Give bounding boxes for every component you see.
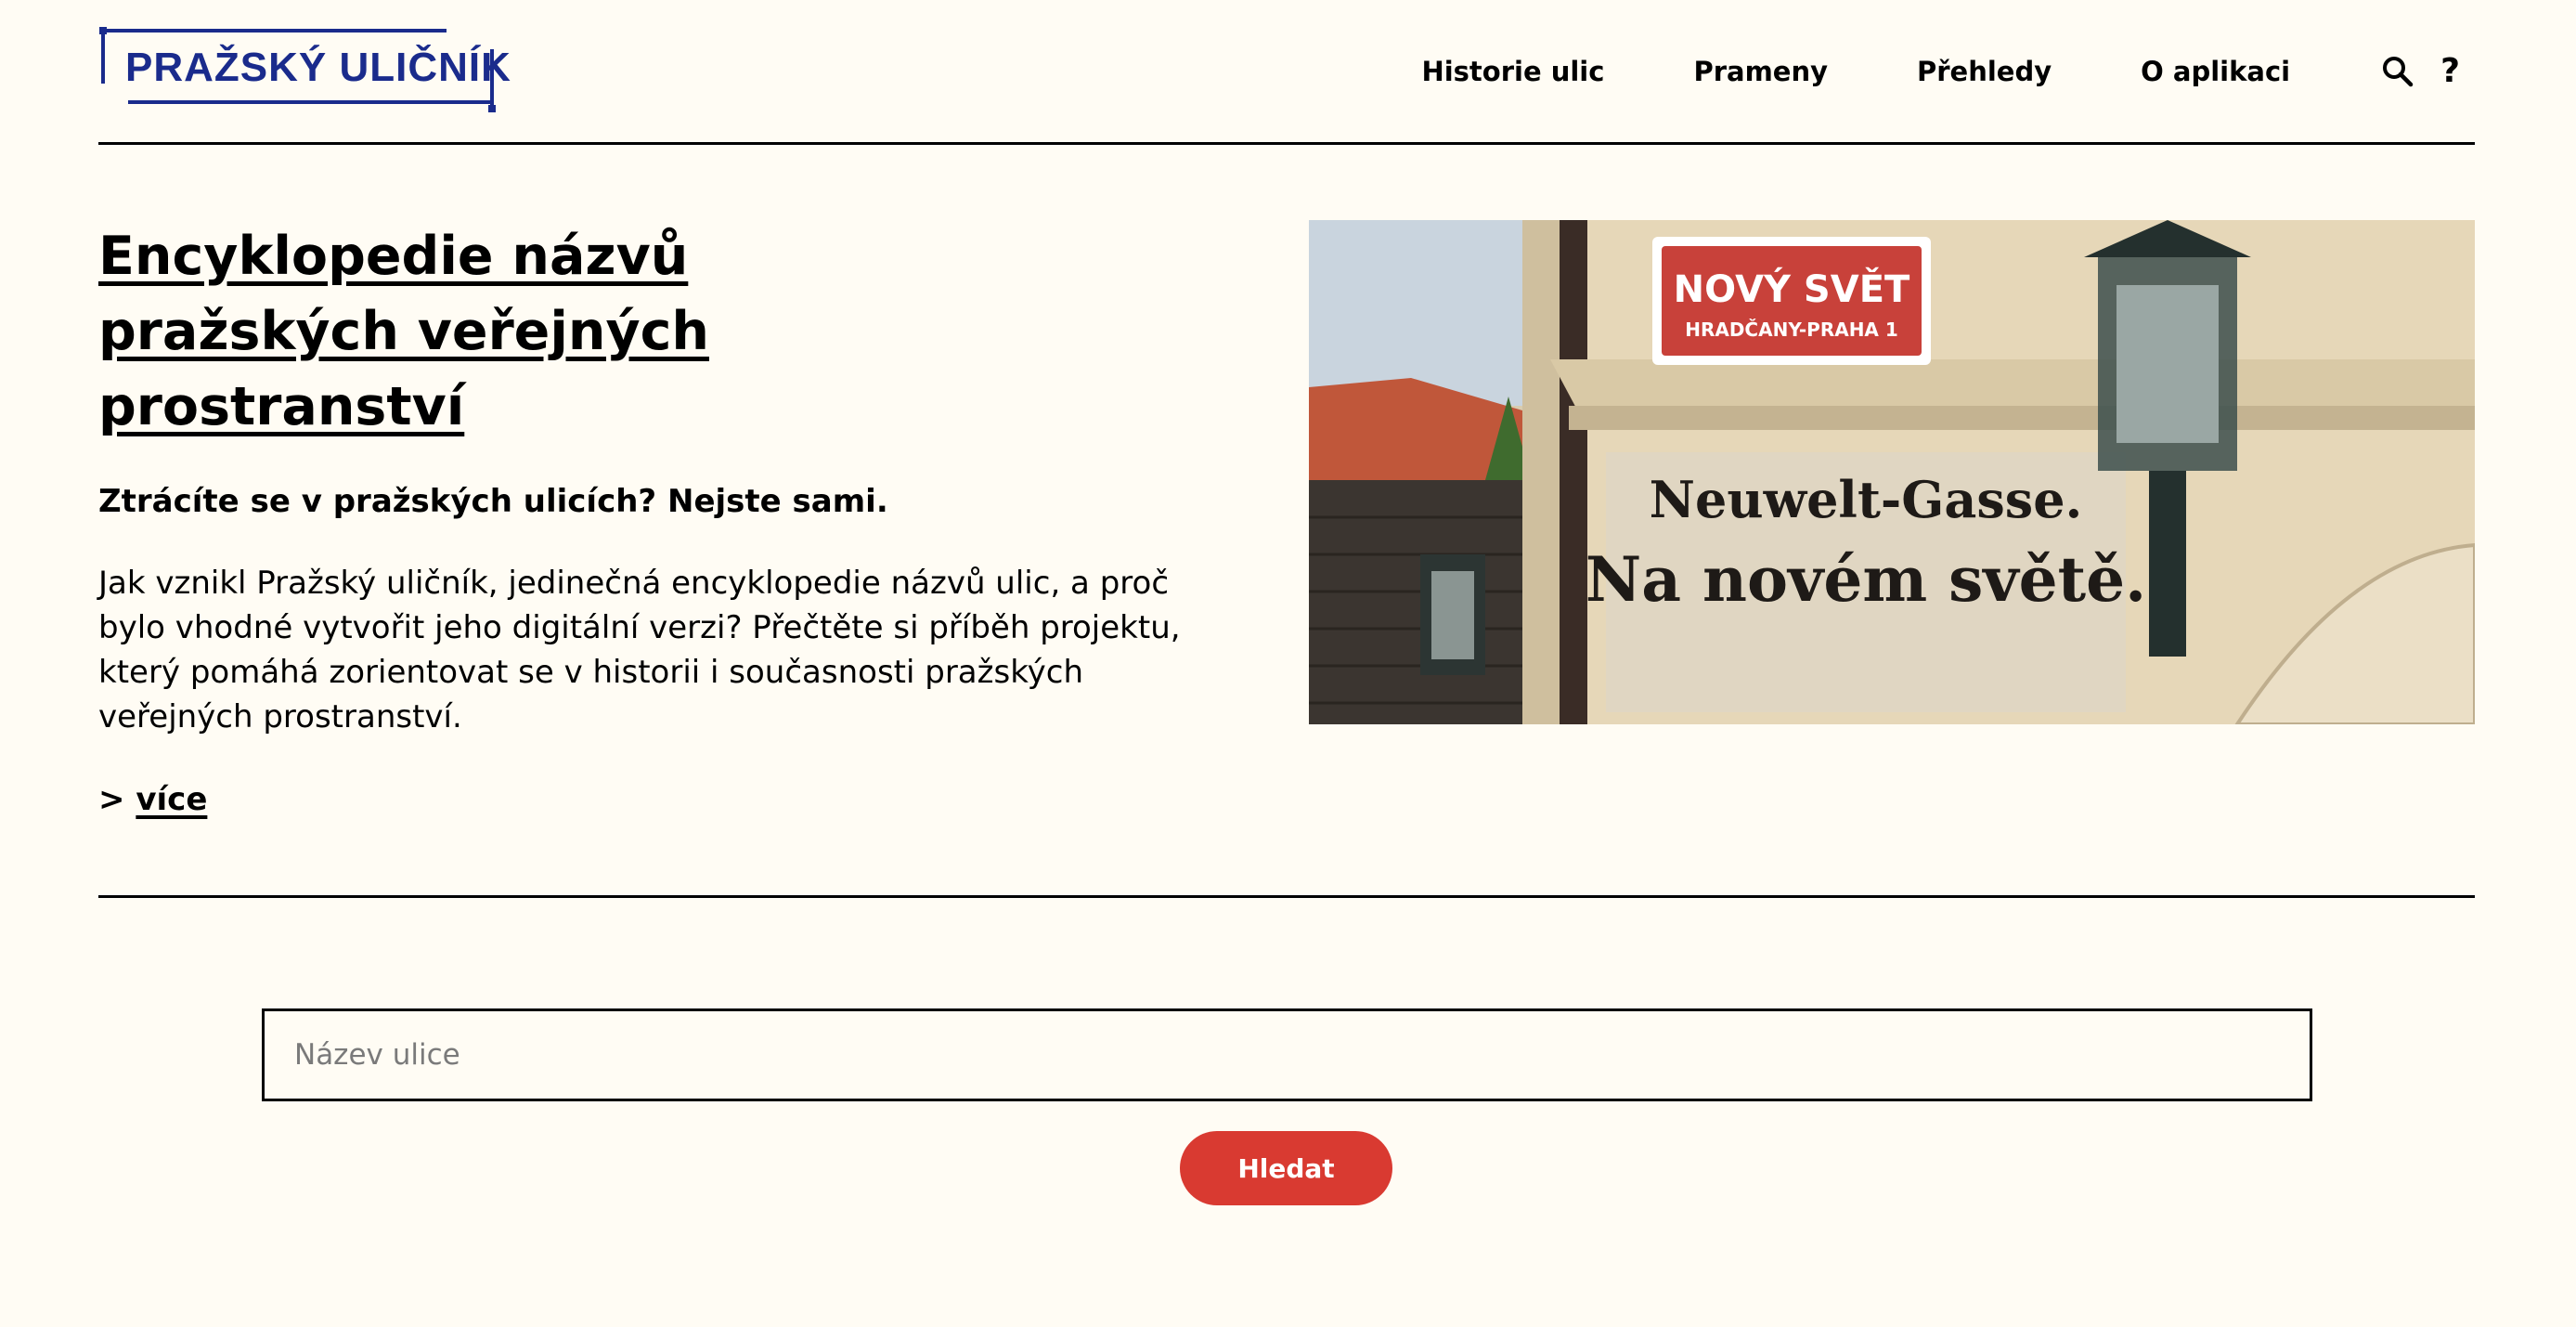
section-divider	[98, 895, 2475, 898]
more-arrow: >	[98, 781, 125, 818]
more-link-row: > více	[98, 777, 207, 822]
nav-historie-ulic[interactable]: Historie ulic	[1421, 56, 1604, 87]
nav-prameny[interactable]: Prameny	[1693, 56, 1828, 87]
nav-o-aplikaci[interactable]: O aplikaci	[2141, 56, 2290, 87]
page-title[interactable]: Encyklopedie názvů pražských veřejných p…	[98, 219, 748, 445]
hero-lead: Ztrácíte se v pražských ulicích? Nejste …	[98, 483, 888, 520]
sign-old-line2: Na novém světě.	[1586, 543, 2146, 616]
nav-prehledy[interactable]: Přehledy	[1917, 56, 2052, 87]
page: PRAŽSKÝ ULIČNÍK Historie ulic Prameny Př…	[0, 0, 2576, 1327]
sign-old-line1: Neuwelt-Gasse.	[1650, 470, 2083, 529]
search-icon[interactable]	[2381, 55, 2414, 88]
logo[interactable]: PRAŽSKÝ ULIČNÍK	[98, 26, 511, 114]
search-button[interactable]: Hledat	[1180, 1131, 1392, 1205]
street-search-input[interactable]	[262, 1008, 2312, 1101]
sign-top-line1: NOVÝ SVĚT	[1674, 266, 1910, 311]
help-icon[interactable]: ?	[2440, 52, 2460, 90]
logo-text: PRAŽSKÝ ULIČNÍK	[125, 45, 511, 90]
site-header: PRAŽSKÝ ULIČNÍK Historie ulic Prameny Př…	[98, 0, 2475, 145]
more-link[interactable]: více	[136, 781, 207, 818]
sign-top-line2: HRADČANY-PRAHA 1	[1685, 319, 1898, 341]
hero-photo: NOVÝ SVĚT HRADČANY-PRAHA 1 Neuwelt-Gasse…	[1309, 220, 2475, 724]
hero-body: Jak vznikl Pražský uličník, jedinečná en…	[98, 565, 1181, 735]
main-nav: Historie ulic Prameny Přehledy O aplikac…	[1421, 52, 2460, 90]
